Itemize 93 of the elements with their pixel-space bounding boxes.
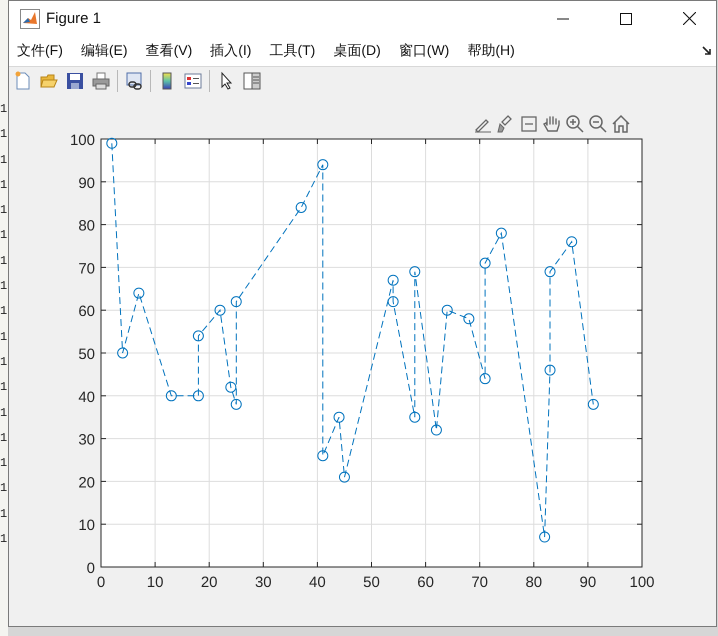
window-title: Figure 1 [46, 10, 102, 28]
data-marker [388, 274, 399, 286]
data-marker [544, 364, 556, 376]
line-number: 1 [0, 304, 8, 318]
line-number: 1 [0, 254, 8, 268]
data-marker [409, 266, 420, 278]
menu-item[interactable]: 查看(V) [146, 42, 202, 60]
data-marker [133, 288, 144, 299]
menu-item[interactable]: 插入(I) [210, 42, 260, 60]
data-marker [225, 382, 236, 393]
data-marker [230, 296, 242, 308]
x-tick-label: 80 [525, 574, 542, 592]
zoom-out-icon[interactable] [588, 114, 608, 134]
data-marker [166, 390, 177, 402]
zoom-in-icon[interactable] [565, 114, 585, 134]
line-number: 1 [0, 354, 8, 369]
menu-item[interactable]: 帮助(H) [467, 42, 524, 60]
link-icon[interactable] [124, 71, 144, 92]
y-tick-label: 50 [78, 346, 95, 364]
menu-item[interactable]: 编辑(E) [80, 42, 137, 60]
line-number: 1 [0, 380, 8, 394]
x-tick-label: 90 [580, 574, 596, 592]
y-tick-label: 80 [78, 218, 95, 235]
x-tick-label: 70 [471, 574, 488, 592]
data-marker [317, 450, 328, 462]
data-marker [214, 304, 226, 316]
pan-hand-icon[interactable] [542, 114, 562, 134]
y-tick-label: 30 [78, 432, 95, 449]
close-icon[interactable] [683, 12, 696, 26]
line-number: 1 [0, 127, 8, 142]
data-marker [317, 159, 328, 170]
data-marker [192, 330, 204, 342]
menu-item[interactable]: 文件(F) [17, 42, 72, 60]
x-tick-label: 0 [96, 574, 106, 592]
x-tick-label: 50 [363, 574, 380, 592]
y-tick-label: 10 [78, 517, 95, 534]
data-marker [544, 266, 556, 278]
dock-arrow-icon[interactable] [702, 46, 712, 56]
data-marker [409, 412, 420, 423]
line-number: 1 [0, 481, 8, 496]
x-tick-label: 10 [146, 574, 164, 592]
data-marker [480, 373, 491, 384]
data-marker [334, 412, 345, 423]
y-tick-label: 70 [78, 260, 95, 278]
data-marker [588, 398, 599, 410]
save-icon[interactable] [65, 71, 85, 92]
data-marker [192, 390, 204, 402]
maximize-icon[interactable] [620, 12, 632, 25]
x-tick-label: 60 [417, 574, 434, 592]
menu-item[interactable]: 桌面(D) [333, 42, 390, 60]
data-marker [566, 236, 578, 248]
printer-icon[interactable] [91, 71, 111, 92]
data-marker [296, 202, 307, 213]
data-marker [480, 258, 491, 269]
data-marker [442, 304, 453, 316]
line-number: 1 [0, 330, 8, 344]
line-number: 1 [0, 532, 8, 546]
line-number: 1 [0, 152, 8, 167]
x-tick-label: 20 [200, 574, 218, 592]
y-tick-label: 60 [78, 303, 95, 320]
menu-item[interactable]: 工具(T) [269, 42, 324, 60]
data-marker [338, 472, 350, 483]
data-marker [106, 138, 118, 149]
x-tick-label: 30 [254, 574, 272, 592]
menu-item[interactable]: 窗口(W) [398, 42, 458, 60]
line-number: 1 [0, 178, 8, 192]
home-icon[interactable] [611, 114, 631, 134]
data-marker [463, 313, 474, 324]
data-marker [496, 228, 507, 239]
app-icon [20, 8, 40, 29]
y-tick-label: 40 [78, 388, 95, 406]
line-number: 1 [0, 102, 8, 116]
data-marker [117, 348, 128, 359]
y-tick-label: 0 [86, 560, 95, 578]
x-tick-label: 40 [309, 574, 326, 592]
line-number: 1 [0, 430, 8, 445]
data-marker [230, 398, 242, 410]
data-marker [388, 296, 399, 308]
line-number: 1 [0, 228, 8, 242]
line-number: 1 [0, 456, 8, 470]
legend-icon[interactable] [183, 71, 203, 92]
data-marker [539, 532, 550, 543]
line-number: 1 [0, 406, 8, 420]
data-marker [430, 424, 442, 436]
y-tick-label: 90 [78, 174, 95, 192]
y-tick-label: 100 [70, 132, 95, 150]
line-number: 1 [0, 506, 8, 521]
property-panel-icon[interactable] [242, 71, 262, 92]
x-tick-label: 100 [629, 574, 655, 592]
y-tick-label: 20 [78, 474, 95, 492]
line-number: 1 [0, 279, 8, 294]
line-number: 1 [0, 203, 8, 218]
data-tip-icon[interactable] [519, 114, 539, 134]
